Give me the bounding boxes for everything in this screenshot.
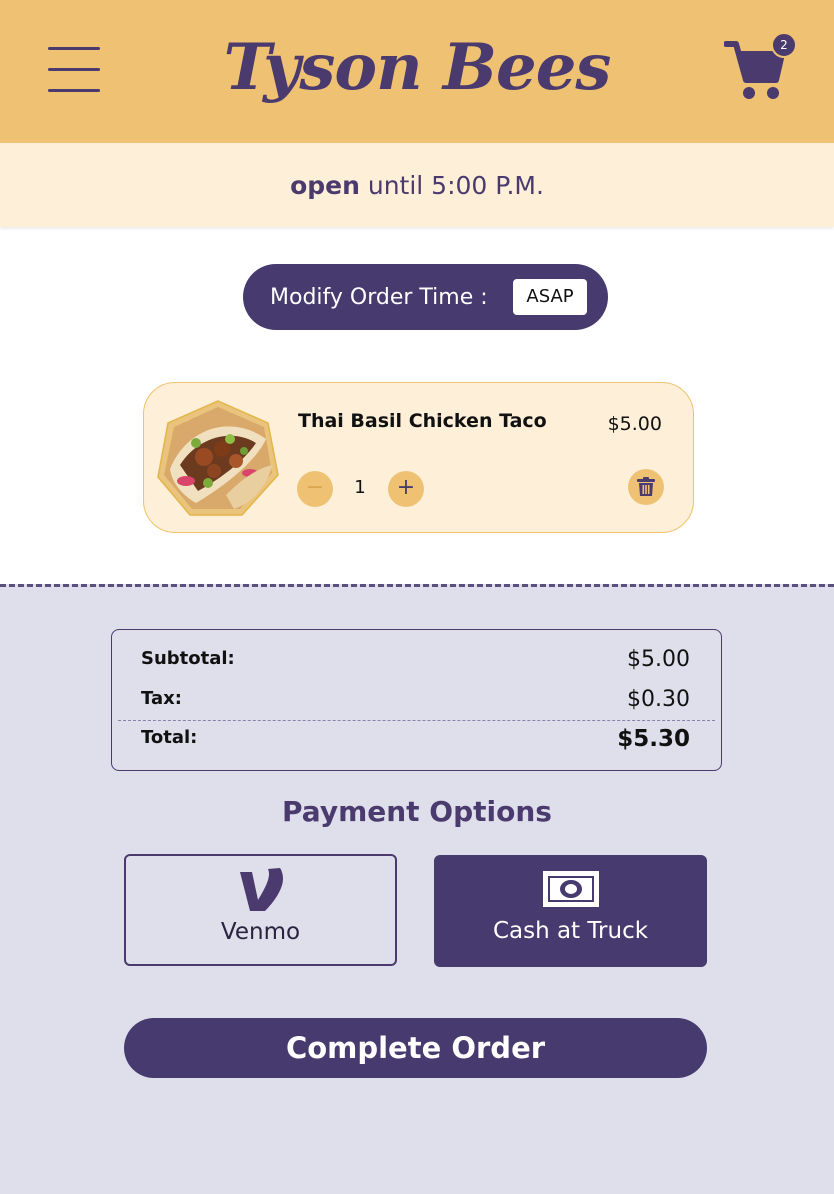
item-name: Thai Basil Chicken Taco: [298, 410, 547, 432]
remove-item-button[interactable]: [628, 469, 664, 505]
venmo-icon: [239, 868, 283, 911]
cash-icon: [542, 871, 599, 907]
decrease-quantity-button[interactable]: −: [297, 471, 333, 507]
complete-order-button[interactable]: Complete Order: [124, 1018, 707, 1078]
increase-quantity-button[interactable]: +: [388, 471, 424, 507]
tax-label: Tax:: [141, 688, 182, 709]
subtotal-label: Subtotal:: [141, 648, 235, 669]
checkout-section: Subtotal: $5.00 Tax: $0.30 Total: $5.30 …: [0, 584, 834, 1194]
payment-options-title: Payment Options: [282, 795, 552, 828]
order-summary: Subtotal: $5.00 Tax: $0.30 Total: $5.30: [111, 629, 722, 771]
cash-label: Cash at Truck: [492, 918, 649, 944]
item-price: $5.00: [607, 413, 662, 435]
open-status: open: [290, 171, 360, 200]
cart-button[interactable]: 2: [720, 30, 800, 102]
taco-image: [157, 400, 279, 516]
subtotal-value: $5.00: [627, 647, 690, 672]
open-hours-banner: open until 5:00 P.M.: [0, 143, 834, 227]
brand-logo[interactable]: Tyson Bees: [180, 18, 654, 118]
venmo-label: Venmo: [220, 919, 301, 945]
total-value: $5.30: [617, 726, 690, 752]
cart-item-card: Thai Basil Chicken Taco $5.00 − 1 +: [143, 382, 694, 533]
cart-count-badge: 2: [771, 32, 797, 58]
quantity-value: 1: [354, 477, 366, 498]
app-header: Tyson Bees 2: [0, 0, 834, 143]
order-time-select[interactable]: ASAP: [513, 279, 587, 315]
summary-divider: [118, 720, 715, 721]
cash-payment-option[interactable]: Cash at Truck: [434, 855, 707, 967]
hamburger-menu-icon[interactable]: [48, 46, 100, 94]
modify-order-time: Modify Order Time : ASAP: [243, 264, 608, 330]
total-label: Total:: [141, 727, 198, 748]
modify-order-time-label: Modify Order Time :: [270, 285, 488, 310]
tax-value: $0.30: [627, 687, 690, 712]
venmo-payment-option[interactable]: Venmo: [124, 854, 397, 966]
open-until-text: until 5:00 P.M.: [359, 171, 544, 200]
trash-icon: [637, 477, 655, 496]
